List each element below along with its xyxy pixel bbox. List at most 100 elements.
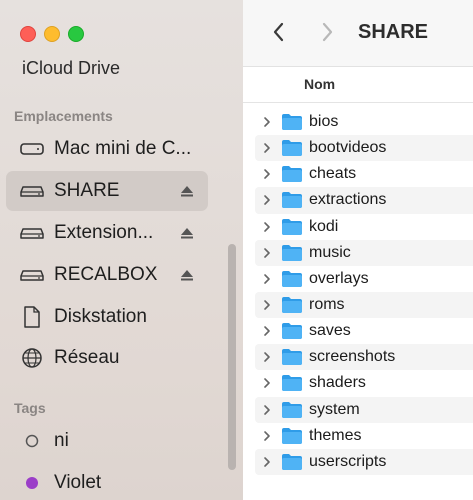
sidebar-item-label: Extension... bbox=[54, 222, 154, 243]
sidebar-scrollbar[interactable] bbox=[228, 244, 236, 470]
column-name-header[interactable]: Nom bbox=[304, 76, 335, 92]
list-item[interactable]: music bbox=[255, 239, 473, 266]
sidebar-item-extension[interactable]: Extension... bbox=[6, 213, 208, 253]
drive-icon bbox=[20, 221, 44, 245]
sidebar-item-label: Diskstation bbox=[54, 306, 147, 327]
window-controls bbox=[20, 26, 84, 42]
folder-icon bbox=[282, 323, 302, 340]
file-name: system bbox=[309, 400, 360, 418]
list-item[interactable]: shaders bbox=[255, 370, 473, 396]
list-item[interactable]: bios bbox=[255, 109, 473, 135]
sidebar-item-reseau[interactable]: Réseau bbox=[6, 338, 208, 378]
sidebar-item-label: iCloud Drive bbox=[22, 58, 121, 78]
back-icon[interactable] bbox=[267, 20, 291, 44]
chevron-right-icon[interactable] bbox=[261, 299, 273, 311]
sidebar-item-label: RECALBOX bbox=[54, 264, 158, 285]
chevron-right-icon[interactable] bbox=[261, 377, 273, 389]
list-item[interactable]: screenshots bbox=[255, 344, 473, 371]
sidebar-section-emplacements: Emplacements bbox=[14, 108, 113, 124]
chevron-right-icon[interactable] bbox=[261, 194, 273, 206]
folder-icon bbox=[282, 218, 302, 235]
list-item[interactable]: extractions bbox=[255, 187, 473, 214]
chevron-right-icon[interactable] bbox=[261, 221, 273, 233]
list-item[interactable]: system bbox=[255, 396, 473, 423]
forward-icon[interactable] bbox=[315, 20, 339, 44]
file-name: shaders bbox=[309, 374, 366, 392]
sidebar-section-tags: Tags bbox=[14, 400, 46, 416]
eject-icon[interactable] bbox=[180, 268, 194, 282]
file-name: saves bbox=[309, 322, 351, 340]
list-item[interactable]: themes bbox=[255, 423, 473, 449]
drive-icon bbox=[20, 179, 44, 203]
chevron-right-icon[interactable] bbox=[261, 404, 273, 416]
sidebar-item-label: Réseau bbox=[54, 347, 120, 368]
file-name: music bbox=[309, 243, 351, 261]
sidebar: iCloud Drive Emplacements Mac mini de C.… bbox=[0, 0, 243, 500]
chevron-right-icon[interactable] bbox=[261, 273, 273, 285]
file-name: kodi bbox=[309, 217, 339, 235]
file-name: bios bbox=[309, 113, 339, 131]
sidebar-tag-violet[interactable]: Violet bbox=[6, 463, 208, 500]
folder-icon bbox=[282, 192, 302, 209]
folder-icon bbox=[282, 114, 302, 131]
folder-icon bbox=[282, 297, 302, 314]
folder-icon bbox=[282, 427, 302, 444]
file-name: overlays bbox=[309, 269, 369, 287]
globe-icon bbox=[20, 346, 44, 370]
chevron-right-icon[interactable] bbox=[261, 456, 273, 468]
list-item[interactable]: userscripts bbox=[255, 448, 473, 475]
chevron-right-icon[interactable] bbox=[261, 142, 273, 154]
list-item[interactable]: cheats bbox=[255, 161, 473, 187]
folder-icon bbox=[282, 453, 302, 470]
eject-icon[interactable] bbox=[180, 226, 194, 240]
folder-icon bbox=[282, 270, 302, 287]
sidebar-item-label: Violet bbox=[54, 472, 102, 493]
chevron-right-icon[interactable] bbox=[261, 430, 273, 442]
sidebar-item-mac-mini[interactable]: Mac mini de C... bbox=[6, 129, 208, 169]
close-button[interactable] bbox=[20, 26, 36, 42]
folder-icon bbox=[282, 401, 302, 418]
folder-icon bbox=[282, 166, 302, 183]
folder-icon bbox=[282, 349, 302, 366]
folder-icon bbox=[282, 140, 302, 157]
file-name: roms bbox=[309, 296, 345, 314]
chevron-right-icon[interactable] bbox=[261, 168, 273, 180]
file-list: bios bootvideos cheats extractions kodi … bbox=[255, 109, 473, 475]
sidebar-item-label: ni bbox=[54, 430, 69, 451]
drive-icon bbox=[20, 263, 44, 287]
list-item[interactable]: saves bbox=[255, 318, 473, 344]
column-header: Nom bbox=[243, 67, 473, 103]
file-name: extractions bbox=[309, 191, 387, 209]
file-name: themes bbox=[309, 426, 362, 444]
sidebar-item-share[interactable]: SHARE bbox=[6, 171, 208, 211]
chevron-right-icon[interactable] bbox=[261, 247, 273, 259]
chevron-right-icon[interactable] bbox=[261, 325, 273, 337]
sidebar-tag-ni[interactable]: ni bbox=[6, 421, 208, 461]
list-item[interactable]: roms bbox=[255, 291, 473, 319]
folder-icon bbox=[282, 244, 302, 261]
tag-violet-icon bbox=[20, 471, 44, 495]
window-title: SHARE bbox=[358, 21, 429, 43]
list-item[interactable]: bootvideos bbox=[255, 135, 473, 162]
computer-icon bbox=[20, 137, 44, 161]
file-name: bootvideos bbox=[309, 139, 387, 157]
eject-icon[interactable] bbox=[180, 184, 194, 198]
list-item[interactable]: kodi bbox=[255, 214, 473, 240]
file-name: userscripts bbox=[309, 452, 387, 470]
sidebar-item-diskstation[interactable]: Diskstation bbox=[6, 297, 208, 337]
sidebar-item-recalbox[interactable]: RECALBOX bbox=[6, 255, 208, 295]
document-icon bbox=[20, 305, 44, 329]
chevron-right-icon[interactable] bbox=[261, 351, 273, 363]
toolbar: SHARE bbox=[243, 0, 473, 67]
chevron-right-icon[interactable] bbox=[261, 116, 273, 128]
tag-empty-icon bbox=[20, 429, 44, 453]
list-item[interactable]: overlays bbox=[255, 266, 473, 292]
file-name: cheats bbox=[309, 165, 357, 183]
folder-icon bbox=[282, 375, 302, 392]
sidebar-item-label: SHARE bbox=[54, 180, 120, 201]
zoom-button[interactable] bbox=[68, 26, 84, 42]
sidebar-item-icloud-drive[interactable]: iCloud Drive bbox=[22, 58, 120, 79]
file-name: screenshots bbox=[309, 348, 396, 366]
minimize-button[interactable] bbox=[44, 26, 60, 42]
sidebar-item-label: Mac mini de C... bbox=[54, 138, 192, 159]
